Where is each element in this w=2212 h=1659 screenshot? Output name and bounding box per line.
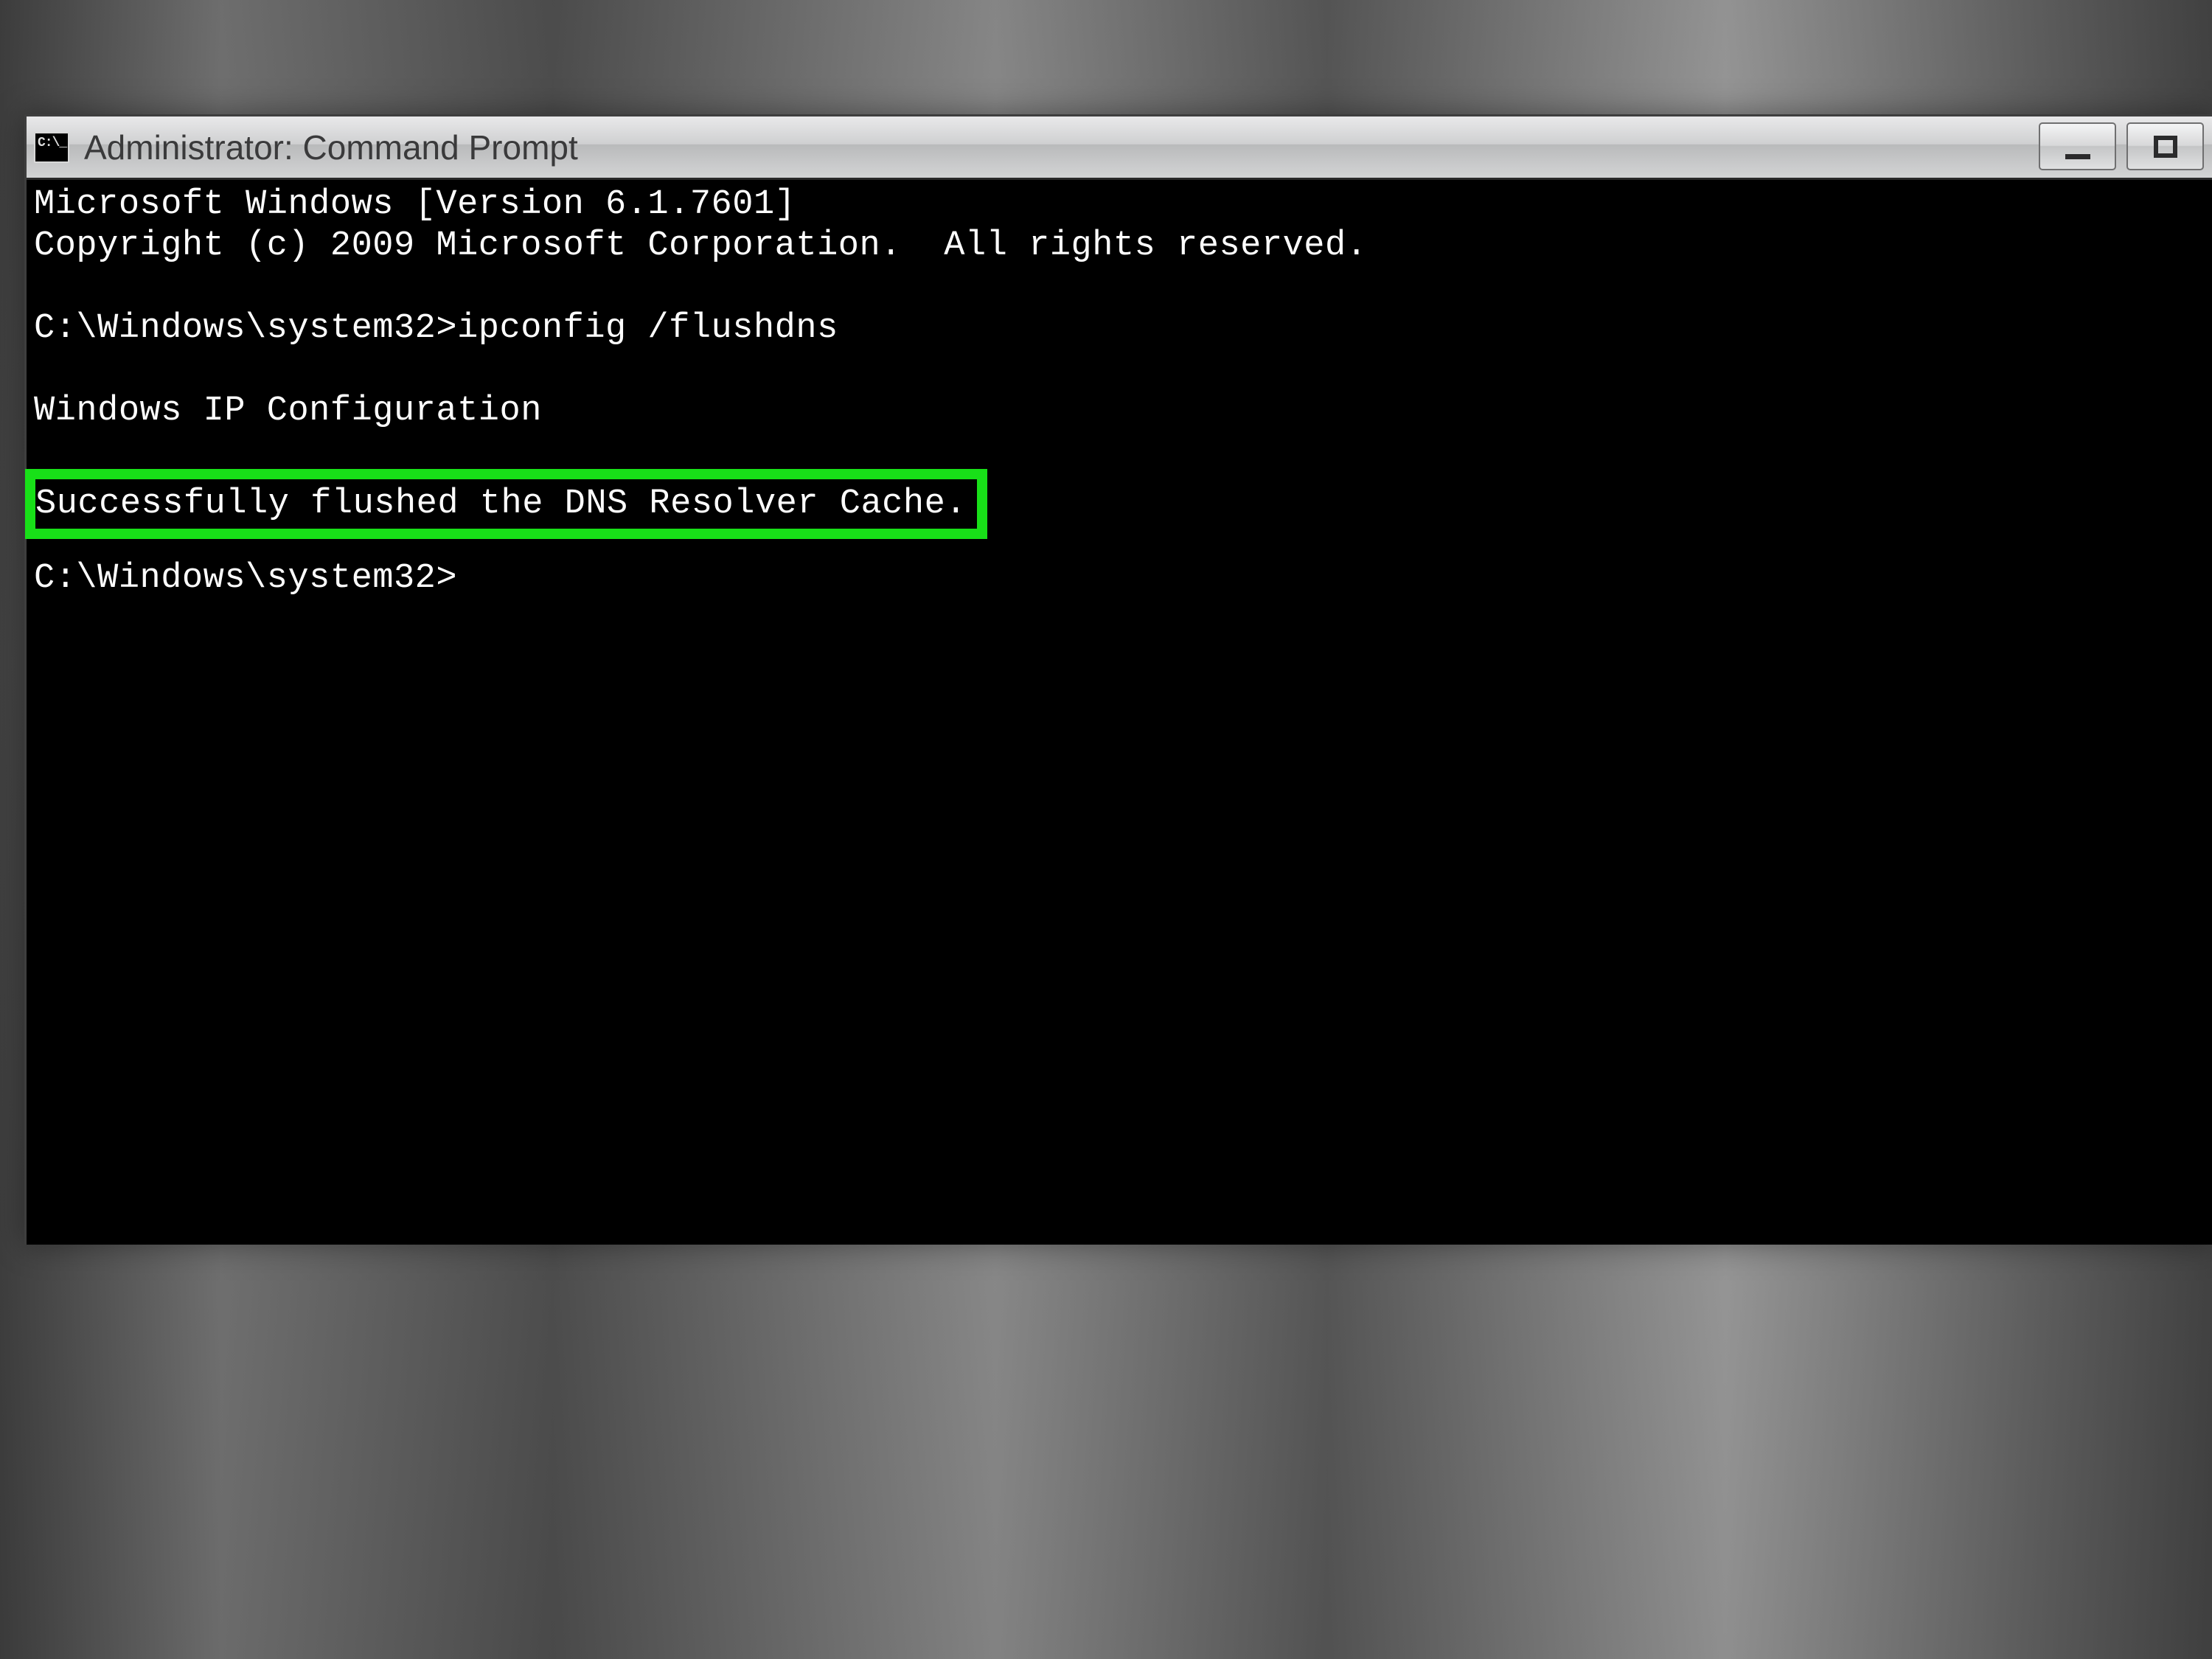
command-prompt-window: Administrator: Command Prompt Microsoft … <box>24 114 2212 1245</box>
console-line: Windows IP Configuration <box>34 391 2212 432</box>
desktop-background: Administrator: Command Prompt Microsoft … <box>0 0 2212 1659</box>
window-title: Administrator: Command Prompt <box>84 128 578 167</box>
console-prompt: C:\Windows\system32> <box>34 558 2212 599</box>
console-line: C:\Windows\system32>ipconfig /flushdns <box>34 308 2212 349</box>
minimize-icon <box>2065 154 2090 159</box>
cmd-icon[interactable] <box>34 132 69 163</box>
console-output[interactable]: Microsoft Windows [Version 6.1.7601]Copy… <box>27 180 2212 1245</box>
titlebar[interactable]: Administrator: Command Prompt <box>27 116 2212 180</box>
console-line: Microsoft Windows [Version 6.1.7601] <box>34 184 2212 226</box>
highlighted-line: Successfully flushed the DNS Resolver Ca… <box>34 473 2212 536</box>
console-line: Copyright (c) 2009 Microsoft Corporation… <box>34 226 2212 267</box>
minimize-button[interactable] <box>2039 122 2116 170</box>
window-controls <box>2039 122 2204 170</box>
maximize-button[interactable] <box>2126 122 2204 170</box>
console-line: Successfully flushed the DNS Resolver Ca… <box>35 484 967 524</box>
maximize-icon <box>2154 136 2177 158</box>
highlight-box: Successfully flushed the DNS Resolver Ca… <box>25 469 987 539</box>
